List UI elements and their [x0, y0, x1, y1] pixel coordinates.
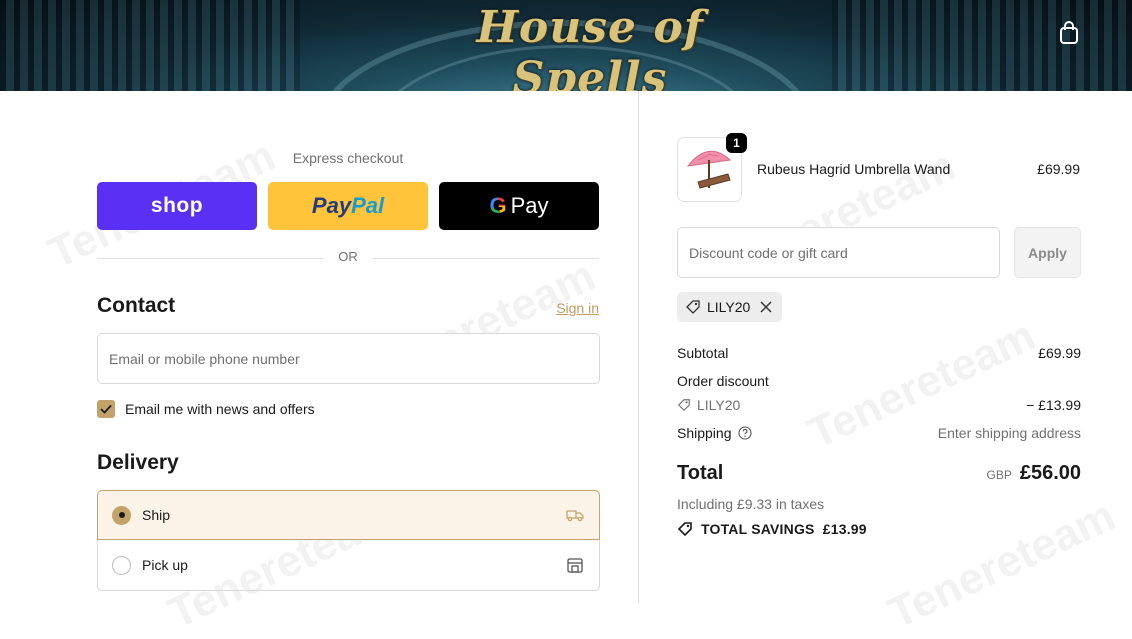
google-g-icon: G [489, 193, 507, 218]
ship-label: Ship [142, 507, 171, 523]
pickup-radio[interactable] [112, 555, 131, 575]
product-name: Rubeus Hagrid Umbrella Wand [757, 161, 951, 177]
ship-radio[interactable] [112, 505, 131, 525]
remove-code-icon[interactable] [760, 301, 772, 313]
delivery-heading: Delivery [97, 451, 179, 474]
checkmark-icon [100, 404, 112, 414]
discount-value: − £13.99 [1026, 397, 1081, 413]
tag-icon [677, 399, 690, 412]
applied-discount-chip: LILY20 [677, 292, 782, 322]
pickup-label: Pick up [142, 557, 188, 573]
separator-line [373, 258, 599, 259]
contact-heading: Contact [97, 294, 176, 317]
shopping-bag-icon[interactable] [1057, 20, 1081, 46]
apply-discount-button[interactable]: Apply [1014, 227, 1081, 278]
applied-code-label: LILY20 [707, 299, 751, 315]
store-header: House of Spells [0, 0, 1132, 91]
delivery-option-pickup[interactable]: Pick up [97, 540, 600, 591]
or-label: OR [338, 249, 358, 264]
truck-icon [566, 510, 584, 522]
google-pay-label: Pay [510, 193, 549, 218]
tax-note: Including £9.33 in taxes [677, 496, 825, 512]
express-checkout-label: Express checkout [292, 150, 404, 166]
total-value: £56.00 [1019, 462, 1081, 484]
store-icon [567, 558, 583, 573]
paypal-label-part1: Pay [311, 193, 352, 218]
google-pay-button[interactable]: G Pay [439, 182, 599, 230]
discount-code-label: LILY20 [697, 397, 741, 413]
subtotal-label: Subtotal [677, 345, 729, 361]
subtotal-value: £69.99 [1038, 345, 1081, 361]
shipping-label: Shipping [677, 425, 732, 441]
order-discount-label: Order discount [677, 373, 769, 389]
paypal-label-part2: Pal [351, 193, 385, 218]
discount-code-row: LILY20 − £13.99 [677, 397, 1081, 413]
currency-code: GBP [986, 468, 1012, 482]
column-divider [638, 91, 639, 603]
subtotal-row: Subtotal £69.99 [677, 345, 1081, 361]
discount-code-cell: LILY20 [677, 397, 740, 413]
total-value-cell: GBP £56.00 [986, 462, 1081, 485]
or-separator: OR [97, 249, 599, 267]
discount-code-input[interactable] [677, 227, 1000, 278]
product-price: £69.99 [1037, 161, 1080, 177]
sign-in-link[interactable]: Sign in [540, 300, 599, 316]
shipping-label-cell: Shipping [677, 425, 752, 441]
bookshelf-decoration-left [0, 0, 300, 91]
order-discount-row: Order discount [677, 373, 1081, 389]
newsletter-checkbox-row[interactable]: Email me with news and offers [97, 399, 315, 419]
total-savings-label: TOTAL SAVINGS £13.99 [701, 521, 867, 537]
email-field[interactable] [97, 333, 600, 384]
shop-pay-button[interactable]: shop [97, 182, 257, 230]
total-label: Total [677, 462, 724, 484]
delivery-option-ship[interactable]: Ship [97, 490, 600, 540]
bookshelf-decoration-right [832, 0, 1132, 91]
shipping-value: Enter shipping address [937, 425, 1081, 441]
quantity-badge: 1 [726, 133, 747, 153]
separator-line [97, 258, 323, 259]
newsletter-checkbox[interactable] [97, 400, 115, 418]
tag-icon [677, 522, 692, 537]
paypal-button[interactable]: Pay Pal [268, 182, 428, 230]
total-savings: TOTAL SAVINGS £13.99 [677, 521, 867, 537]
newsletter-label: Email me with news and offers [125, 401, 315, 417]
help-icon[interactable] [737, 426, 752, 440]
tag-icon [686, 300, 700, 314]
store-logo[interactable]: House of Spells [420, 2, 760, 91]
shop-pay-label: shop [150, 194, 204, 217]
shipping-row: Shipping Enter shipping address [677, 425, 1081, 441]
total-row: Total GBP £56.00 [677, 462, 1081, 485]
